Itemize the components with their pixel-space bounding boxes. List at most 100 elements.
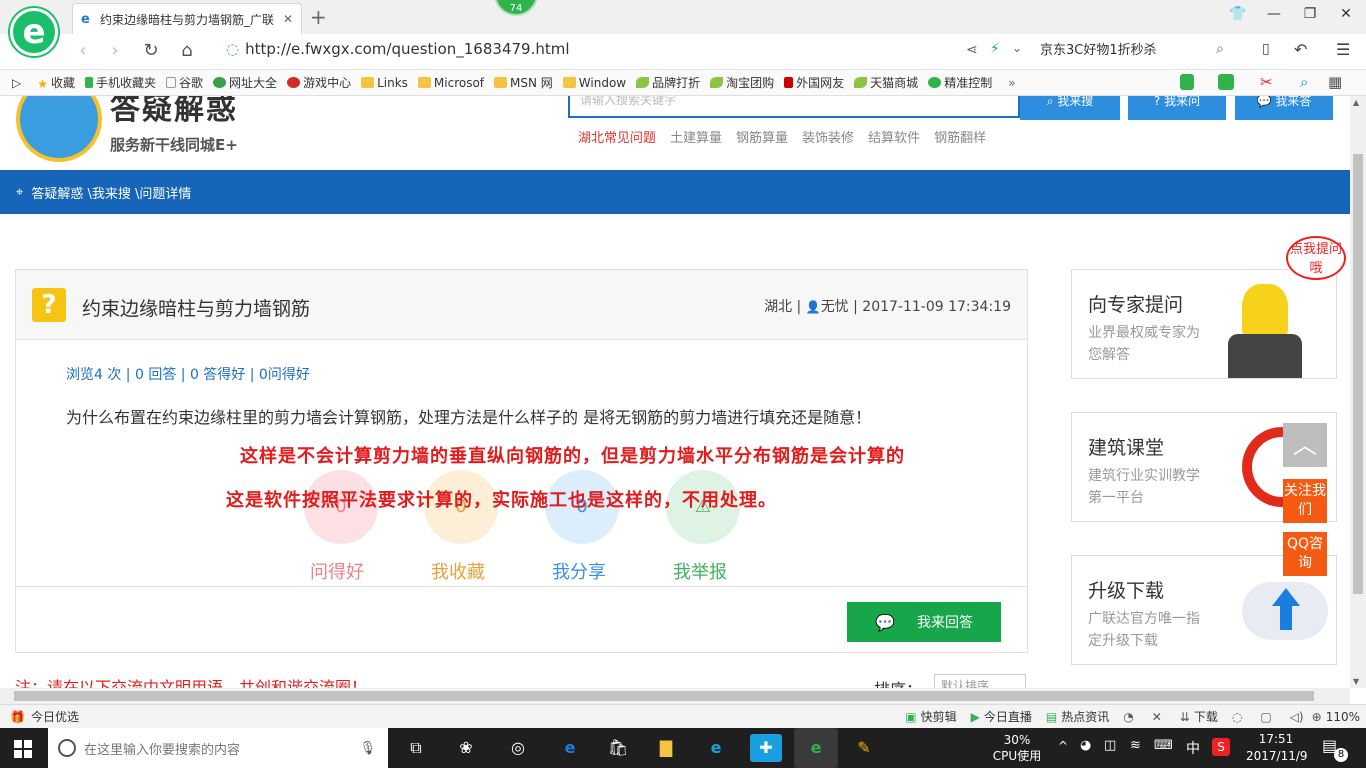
search-icon[interactable]: ⌕ xyxy=(1216,41,1224,57)
ask-bubble[interactable]: 点我提问哦 xyxy=(1286,236,1346,280)
bookmark-item[interactable]: 谷歌 xyxy=(166,74,203,91)
speed-icon[interactable]: ◔ xyxy=(1123,710,1133,724)
zoom-level[interactable]: 110% xyxy=(1326,710,1360,724)
status-left-link[interactable]: 今日优选 xyxy=(31,708,79,725)
vertical-scrollbar[interactable]: ▲ ▼ xyxy=(1350,96,1366,688)
windows-start-icon[interactable] xyxy=(14,740,32,758)
search-button[interactable]: ⌕ 我来搜 xyxy=(1020,96,1120,120)
bookmark-item[interactable]: 精准控制 xyxy=(928,74,992,91)
sidecard-expert[interactable]: 向专家提问 业界最权威专家为您解答 xyxy=(1071,269,1337,379)
wifi-icon[interactable]: ≋ xyxy=(1130,738,1141,753)
quick-link[interactable]: 结算软件 xyxy=(868,127,920,146)
task-view-icon[interactable]: ⧉ xyxy=(400,734,432,762)
app-globe-icon[interactable]: ◎ xyxy=(502,734,534,762)
undo-icon[interactable]: ↶ xyxy=(1294,40,1307,59)
bookmark-item[interactable]: 手机收藏夹 xyxy=(85,74,156,91)
edge-icon[interactable]: e xyxy=(554,734,586,762)
microphone-icon[interactable]: 🎙 xyxy=(359,741,376,756)
status-item[interactable]: 热点资讯 xyxy=(1061,708,1109,725)
bookmark-item[interactable]: 游戏中心 xyxy=(287,74,351,91)
quick-link[interactable]: 装饰装修 xyxy=(802,127,854,146)
share-label[interactable]: 我分享 xyxy=(534,558,624,584)
favorite-label[interactable]: 我收藏 xyxy=(413,558,503,584)
mobile-icon[interactable]: ▯ xyxy=(1262,41,1270,57)
share-icon[interactable]: ⋖ xyxy=(966,42,978,58)
scroll-up-icon[interactable]: ▲ xyxy=(1353,98,1359,107)
question-user[interactable]: 无忧 xyxy=(821,299,849,315)
translate-icon[interactable] xyxy=(1218,74,1234,90)
store-icon[interactable]: 🛍 xyxy=(602,734,634,762)
keyboard-icon[interactable]: ⌨ xyxy=(1154,738,1173,753)
tray-expand-icon[interactable]: ^ xyxy=(1058,739,1068,753)
browser-logo-icon[interactable]: e xyxy=(10,8,58,56)
bookmark-item[interactable]: MSN 网 xyxy=(494,74,553,91)
ask-button[interactable]: ? 我来问 xyxy=(1128,96,1226,120)
explorer-icon[interactable]: ▇ xyxy=(650,734,682,762)
tab-active[interactable]: e 约束边缘暗柱与剪力墙钢筋_广联 ✕ xyxy=(72,3,302,34)
tray-color-icon[interactable]: ◕ xyxy=(1080,738,1091,753)
vertical-scroll-thumb[interactable] xyxy=(1353,154,1363,594)
ime-indicator[interactable]: 中 xyxy=(1186,738,1200,758)
menu-icon[interactable]: ☰ xyxy=(1336,40,1350,59)
bookmark-item[interactable]: 网址大全 xyxy=(213,74,277,91)
refresh-icon[interactable]: ↻ xyxy=(140,40,162,61)
grid-icon[interactable]: ▦ xyxy=(1328,73,1342,91)
ie-taskbar-icon[interactable]: e xyxy=(700,734,732,762)
horizontal-scrollbar[interactable] xyxy=(0,688,1350,704)
horizontal-scroll-thumb[interactable] xyxy=(14,691,1314,701)
answer-button[interactable]: 💬 我来回答 xyxy=(847,602,1001,642)
forward-icon[interactable]: › xyxy=(104,40,126,61)
close-tab-icon[interactable]: ✕ xyxy=(283,12,293,26)
quick-link[interactable]: 土建算量 xyxy=(670,127,722,146)
clean-icon[interactable]: ◌ xyxy=(1232,710,1242,724)
more-bookmarks-icon[interactable]: » xyxy=(1008,76,1015,90)
sort-select[interactable]: 默认排序 xyxy=(934,674,1026,688)
quick-link[interactable]: 钢筋翻样 xyxy=(934,127,986,146)
quick-link[interactable]: 钢筋算量 xyxy=(736,127,788,146)
bookmark-item[interactable]: 品牌打折 xyxy=(636,74,700,91)
pin-icon[interactable]: ✕ xyxy=(1152,710,1162,724)
bookmark-item[interactable]: Window xyxy=(562,76,626,90)
home-icon[interactable]: ⌂ xyxy=(176,40,198,61)
quick-link[interactable]: 湖北常见问题 xyxy=(578,127,656,146)
bookmark-item[interactable]: ★ 收藏 xyxy=(37,74,75,91)
scroll-down-icon[interactable]: ▼ xyxy=(1353,677,1359,686)
answer-top-button[interactable]: 💬 我来答 xyxy=(1235,96,1333,120)
clock[interactable]: 17:51 2017/11/9 xyxy=(1246,731,1308,765)
breadcrumb-text[interactable]: 答疑解惑 \我来搜 \问题详情 xyxy=(31,183,191,202)
chevron-down-icon[interactable]: ⌄ xyxy=(1012,41,1022,55)
sogou-icon[interactable]: S xyxy=(1212,738,1230,756)
url-input[interactable]: ◌ http://e.fwxgx.com/question_1683479.htm… xyxy=(226,40,570,58)
shield-icon[interactable] xyxy=(1180,74,1194,90)
magnifier-icon[interactable]: ⌕ xyxy=(1300,73,1308,91)
network-icon[interactable]: ◫ xyxy=(1104,738,1116,753)
bookmark-item[interactable]: Microsof xyxy=(417,76,484,90)
status-item[interactable]: 快剪辑 xyxy=(921,708,957,725)
shirt-icon[interactable]: 👕 xyxy=(1228,6,1248,22)
like-label[interactable]: 问得好 xyxy=(292,558,382,584)
cpu-monitor[interactable]: 30% CPU使用 xyxy=(990,732,1044,764)
360-browser-taskbar-icon[interactable]: e xyxy=(794,728,838,768)
lightning-icon[interactable]: ⚡ xyxy=(990,41,1000,57)
minimize-icon[interactable]: — xyxy=(1264,6,1284,22)
bookmark-item[interactable]: 淘宝团购 xyxy=(710,74,774,91)
new-tab-icon[interactable]: + xyxy=(310,5,327,29)
restore-icon[interactable]: ❐ xyxy=(1300,6,1320,22)
browser-search-input[interactable]: 京东3C好物1折秒杀 xyxy=(1040,40,1240,62)
sidebar-toggle-icon[interactable]: ▷ xyxy=(12,76,21,90)
scissors-icon[interactable]: ✂ xyxy=(1260,73,1273,91)
bookmark-item[interactable]: 外国网友 xyxy=(784,74,844,91)
close-window-icon[interactable]: ✕ xyxy=(1336,6,1356,22)
back-icon[interactable]: ‹ xyxy=(72,40,94,61)
report-label[interactable]: 我举报 xyxy=(655,558,745,584)
window-icon[interactable]: ▢ xyxy=(1260,710,1271,724)
qq-consult-button[interactable]: QQ咨询 xyxy=(1283,532,1327,576)
bookmark-item[interactable]: 天猫商城 xyxy=(854,74,918,91)
status-item[interactable]: 下载 xyxy=(1194,708,1218,725)
back-to-top-icon[interactable]: ︿ xyxy=(1283,423,1327,467)
notes-app-icon[interactable]: ✎ xyxy=(848,734,880,762)
follow-us-button[interactable]: 关注我们 xyxy=(1283,479,1327,523)
status-item[interactable]: 今日直播 xyxy=(984,708,1032,725)
site-search-input[interactable]: 请输入搜索关键字 xyxy=(568,96,1020,118)
bookmark-item[interactable]: Links xyxy=(361,76,408,90)
